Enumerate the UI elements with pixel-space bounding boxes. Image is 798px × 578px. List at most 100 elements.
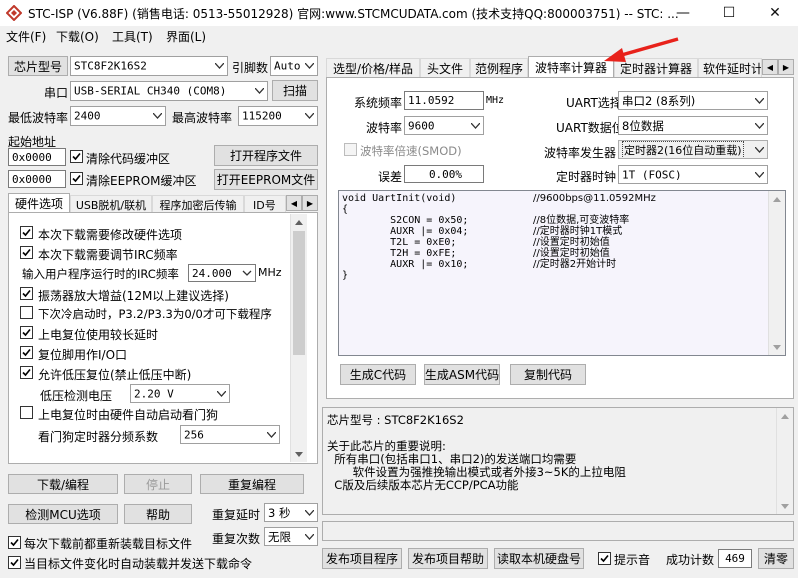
right-tab-scroll-right-button[interactable]: ▶ (778, 59, 794, 75)
open-eeprom-file-button[interactable]: 打开EEPROM文件 (214, 169, 318, 190)
timer-clock-select[interactable]: 1T (FOSC) (618, 165, 768, 184)
option-label: 下次冷启动时，P3.2/P3.3为0/0才可下载程序 (38, 307, 272, 321)
open-program-file-button[interactable]: 打开程序文件 (214, 145, 318, 166)
chip-info-panel: 芯片型号 : STC8F2K16S2 关于此芯片的重要说明: 所有串口(包括串口1… (322, 407, 794, 515)
option-checkbox-cold-start[interactable] (20, 306, 33, 319)
tab-hardware-options[interactable]: 硬件选项 (8, 193, 70, 213)
stop-button[interactable]: 停止 (124, 474, 192, 494)
repeat-delay-select[interactable]: 3 秒 (264, 503, 318, 522)
minimize-button[interactable]: — (660, 0, 706, 26)
code-addr-input[interactable]: 0x0000 (8, 148, 66, 166)
irc-freq-spinner[interactable] (240, 265, 254, 281)
baud-rate-select[interactable]: 9600 (404, 116, 484, 135)
download-program-button[interactable]: 下载/编程 (8, 474, 118, 494)
menu-tools[interactable]: 工具(T) (112, 28, 153, 45)
repeat-count-label: 重复次数 (212, 532, 261, 546)
repeat-count-select[interactable]: 无限 (264, 527, 318, 546)
red-arrow-annotation-icon (604, 37, 679, 62)
code-scrollbar[interactable] (768, 191, 785, 355)
clear-count-button[interactable]: 清零 (758, 548, 794, 569)
uart-select-value: 串口2 (8系列) (622, 93, 696, 108)
publish-project-program-button[interactable]: 发布项目程序 (322, 548, 402, 569)
option-checkbox-reset-io[interactable] (20, 346, 33, 359)
publish-project-help-button[interactable]: 发布项目帮助 (408, 548, 488, 569)
chevron-down-icon (211, 57, 227, 75)
eeprom-addr-input[interactable]: 0x0000 (8, 170, 66, 188)
baud-rate-label: 波特率 (366, 121, 403, 135)
tab-software-delay[interactable]: 软件延时计 (698, 58, 762, 77)
clear-code-buffer-checkbox[interactable] (70, 150, 83, 163)
check-mcu-options-button[interactable]: 检测MCU选项 (8, 504, 118, 524)
chip-info-line: C版及后续版本芯片无CCP/PCA功能 (327, 478, 519, 492)
copy-code-button[interactable]: 复制代码 (510, 364, 586, 385)
check-icon (72, 174, 81, 183)
chevron-down-icon (751, 141, 767, 158)
chevron-up-icon (777, 408, 793, 424)
clear-eeprom-buffer-checkbox[interactable] (70, 172, 83, 185)
check-icon (22, 368, 31, 377)
irc-freq-label: 输入用户程序运行时的IRC频率 (22, 267, 179, 281)
auto-send-on-change-checkbox[interactable] (8, 556, 21, 569)
baud-generator-select[interactable]: 定时器2(16位自动重载) (618, 140, 768, 159)
options-scrollbar[interactable] (290, 214, 307, 462)
option-checkbox-low-voltage-reset[interactable] (20, 366, 33, 379)
check-icon (600, 554, 609, 563)
generated-code-box[interactable]: void UartInit(void) //9600bps@11.0592MHz {… (338, 190, 786, 356)
right-tab-scroll-left-button[interactable]: ◀ (762, 59, 778, 75)
chip-model-select[interactable]: STC8F2K16S2 (70, 56, 228, 76)
check-icon (22, 228, 31, 237)
wdt-div-label: 看门狗定时器分频系数 (38, 430, 159, 444)
tab-id[interactable]: ID号 (244, 195, 286, 213)
chevron-down-icon (301, 528, 317, 545)
tab-header-files[interactable]: 头文件 (420, 58, 470, 77)
min-baud-select[interactable]: 2400 (70, 106, 166, 126)
scroll-thumb[interactable] (293, 231, 305, 355)
chevron-down-icon (301, 504, 317, 521)
option-label: 允许低压复位(禁止低压中断) (38, 368, 192, 382)
option-checkbox-modify-hw[interactable] (20, 226, 33, 239)
max-baud-select[interactable]: 115200 (238, 106, 318, 126)
reprogram-button[interactable]: 重复编程 (200, 474, 304, 494)
menu-file[interactable]: 文件(F) (6, 28, 46, 45)
maximize-button[interactable]: ☐ (706, 0, 752, 26)
info-scrollbar[interactable] (776, 408, 793, 514)
uart-select[interactable]: 串口2 (8系列) (618, 91, 768, 110)
chevron-up-icon (291, 214, 307, 230)
chevron-down-icon (751, 166, 767, 183)
menu-download[interactable]: 下载(O) (56, 28, 99, 45)
option-checkbox-osc-gain[interactable] (20, 287, 33, 300)
system-freq-input[interactable]: 11.0592 (404, 91, 484, 110)
tab-selection-price[interactable]: 选型/价格/样品 (326, 58, 420, 77)
chip-model-button[interactable]: 芯片型号 (8, 56, 68, 76)
beep-checkbox[interactable] (598, 552, 611, 565)
generate-asm-code-button[interactable]: 生成ASM代码 (424, 364, 500, 385)
option-checkbox-long-delay[interactable] (20, 326, 33, 339)
tab-usb-offline[interactable]: USB脱机/联机 (70, 195, 152, 213)
success-count-value: 469 (718, 549, 752, 568)
pin-count-select[interactable]: Auto (270, 56, 318, 76)
check-icon (22, 289, 31, 298)
clear-code-buffer-label: 清除代码缓冲区 (86, 152, 171, 166)
tab-scroll-left-button[interactable]: ◀ (286, 195, 302, 211)
lvd-select[interactable]: 2.20 V (130, 384, 230, 403)
menu-interface[interactable]: 界面(L) (166, 28, 206, 45)
wdt-div-select[interactable]: 256 (180, 425, 280, 444)
chevron-left-icon: ◀ (290, 198, 298, 208)
tab-examples[interactable]: 范例程序 (470, 58, 528, 77)
tab-scroll-right-button[interactable]: ▶ (302, 195, 318, 211)
read-disk-id-button[interactable]: 读取本机硬盘号 (494, 548, 584, 569)
smod-checkbox[interactable] (344, 143, 357, 156)
generate-c-code-button[interactable]: 生成C代码 (340, 364, 416, 385)
tab-encrypted-transfer[interactable]: 程序加密后传输 (152, 195, 244, 213)
code-line: AUXR |= 0x04; (342, 226, 469, 237)
scan-button[interactable]: 扫描 (272, 80, 318, 101)
baud-generator-value: 定时器2(16位自动重载) (622, 141, 744, 158)
close-button[interactable]: ✕ (752, 0, 798, 26)
title-bar: STC-ISP (V6.88F) (销售电话: 0513-55012928) 官… (0, 0, 798, 26)
option-checkbox-adjust-irc[interactable] (20, 246, 33, 259)
uart-bits-select[interactable]: 8位数据 (618, 116, 768, 135)
option-checkbox-wdt-autostart[interactable] (20, 406, 33, 419)
help-button[interactable]: 帮助 (124, 504, 192, 524)
port-select[interactable]: USB-SERIAL CH340 (COM8) (70, 81, 268, 101)
reload-before-download-checkbox[interactable] (8, 536, 21, 549)
